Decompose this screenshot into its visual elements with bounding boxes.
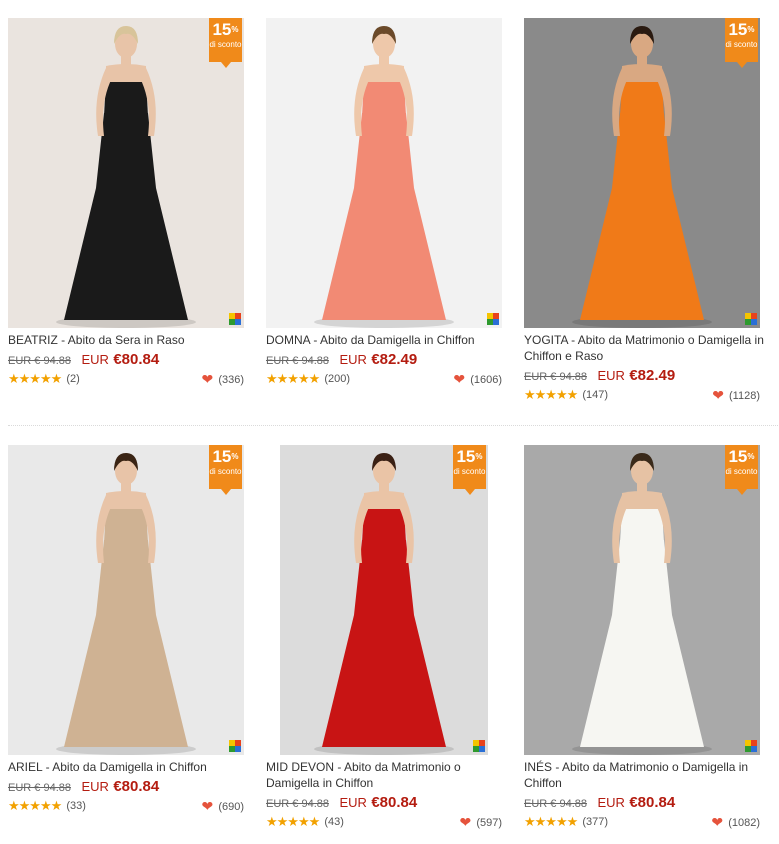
product-image[interactable]: 15% di sconto xyxy=(524,445,760,755)
old-price: EUR € 94.88 xyxy=(524,371,587,383)
price-row: EUR € 94.88 EUR €80.84 xyxy=(8,777,248,797)
price-row: EUR € 94.88 EUR €80.84 xyxy=(8,350,248,370)
favorite-count: (690) xyxy=(218,800,244,813)
favorite-button[interactable]: ❤ (1606) xyxy=(453,371,502,388)
rating-stars-icon[interactable]: ★★★★★ xyxy=(524,387,578,403)
product-card[interactable]: 15% di sconto ARIEL - Abito da Damigella… xyxy=(8,445,248,818)
product-title[interactable]: INÉS - Abito da Matrimonio o Damigella i… xyxy=(524,759,764,791)
favorite-button[interactable]: ❤ (336) xyxy=(202,371,244,388)
favorite-count: (336) xyxy=(218,373,244,386)
sale-price: €80.84 xyxy=(113,778,160,795)
rating-row: ★★★★★ (377) ❤ (1082) xyxy=(524,814,764,834)
color-options-icon[interactable] xyxy=(473,740,485,752)
product-photo-figure xyxy=(8,445,244,755)
review-count[interactable]: (33) xyxy=(66,800,86,812)
color-options-icon[interactable] xyxy=(745,313,757,325)
rating-row: ★★★★★ (33) ❤ (690) xyxy=(8,798,248,818)
product-photo-figure xyxy=(524,445,760,755)
product-card[interactable]: 15% di sconto BEATRIZ - Abito da Sera in… xyxy=(8,18,248,391)
heart-icon: ❤ xyxy=(712,387,724,403)
price-row: EUR € 94.88 EUR €80.84 xyxy=(524,793,764,813)
product-image[interactable]: 15% di sconto xyxy=(280,445,488,755)
favorite-count: (1128) xyxy=(729,389,760,402)
product-image[interactable]: 15% di sconto xyxy=(524,18,760,328)
color-options-icon[interactable] xyxy=(229,740,241,752)
discount-badge: 15% di sconto xyxy=(209,445,242,495)
heart-icon: ❤ xyxy=(201,798,214,814)
rating-stars-icon[interactable]: ★★★★★ xyxy=(266,371,320,387)
rating-stars-icon[interactable]: ★★★★★ xyxy=(266,814,320,830)
rating-row: ★★★★★ (2) ❤ (336) xyxy=(8,371,248,391)
rating-stars-icon[interactable]: ★★★★★ xyxy=(524,814,578,830)
product-title[interactable]: DOMNA - Abito da Damigella in Chiffon xyxy=(266,332,506,348)
price-row: EUR € 94.88 EUR €80.84 xyxy=(266,793,506,813)
product-card[interactable]: DOMNA - Abito da Damigella in Chiffon EU… xyxy=(266,18,506,391)
currency-label: EUR xyxy=(339,795,367,810)
sale-price: €80.84 xyxy=(371,794,418,811)
sale-price: €82.49 xyxy=(629,367,676,384)
product-card[interactable]: 15% di sconto MID DEVON - Abito da Matri… xyxy=(266,445,506,834)
old-price: EUR € 94.88 xyxy=(8,355,71,367)
rating-stars-icon[interactable]: ★★★★★ xyxy=(8,798,62,814)
favorite-button[interactable]: ❤ (1128) xyxy=(712,387,760,404)
currency-label: EUR xyxy=(597,795,625,810)
sale-price: €80.84 xyxy=(113,351,160,368)
product-card[interactable]: 15% di sconto YOGITA - Abito da Matrimon… xyxy=(524,18,764,407)
product-title[interactable]: ARIEL - Abito da Damigella in Chiffon xyxy=(8,759,248,775)
favorite-button[interactable]: ❤ (1082) xyxy=(711,814,760,831)
review-count[interactable]: (147) xyxy=(582,389,608,401)
product-title[interactable]: YOGITA - Abito da Matrimonio o Damigella… xyxy=(524,332,764,364)
favorite-count: (1082) xyxy=(728,816,760,829)
product-card[interactable]: 15% di sconto INÉS - Abito da Matrimonio… xyxy=(524,445,764,834)
review-count[interactable]: (2) xyxy=(66,373,79,385)
review-count[interactable]: (377) xyxy=(582,816,608,828)
product-photo-figure xyxy=(524,18,760,328)
old-price: EUR € 94.88 xyxy=(524,798,587,810)
product-photo-figure xyxy=(8,18,244,328)
product-title[interactable]: MID DEVON - Abito da Matrimonio o Damige… xyxy=(266,759,506,791)
favorite-count: (597) xyxy=(476,816,502,829)
color-options-icon[interactable] xyxy=(487,313,499,325)
rating-row: ★★★★★ (43) ❤ (597) xyxy=(266,814,506,834)
rating-row: ★★★★★ (200) ❤ (1606) xyxy=(266,371,506,391)
old-price: EUR € 94.88 xyxy=(266,355,329,367)
discount-badge: 15% di sconto xyxy=(453,445,486,495)
product-image[interactable]: 15% di sconto xyxy=(8,445,244,755)
sale-price: €80.84 xyxy=(629,794,676,811)
currency-label: EUR xyxy=(81,779,109,794)
favorite-button[interactable]: ❤ (597) xyxy=(460,814,502,831)
row-divider xyxy=(8,425,778,427)
product-image[interactable]: 15% di sconto xyxy=(8,18,244,328)
price-row: EUR € 94.88 EUR €82.49 xyxy=(266,350,506,370)
review-count[interactable]: (43) xyxy=(324,816,344,828)
heart-icon: ❤ xyxy=(711,814,724,830)
price-row: EUR € 94.88 EUR €82.49 xyxy=(524,366,764,386)
color-options-icon[interactable] xyxy=(745,740,757,752)
discount-badge: 15% di sconto xyxy=(725,445,758,495)
favorite-button[interactable]: ❤ (690) xyxy=(202,798,244,815)
heart-icon: ❤ xyxy=(453,371,466,387)
favorite-count: (1606) xyxy=(470,373,502,386)
currency-label: EUR xyxy=(81,352,109,367)
discount-badge: 15% di sconto xyxy=(209,18,242,68)
product-photo-figure xyxy=(266,18,502,328)
heart-icon: ❤ xyxy=(201,371,214,387)
product-image[interactable] xyxy=(266,18,502,328)
product-photo-figure xyxy=(280,445,488,755)
heart-icon: ❤ xyxy=(459,814,472,830)
review-count[interactable]: (200) xyxy=(324,373,350,385)
rating-row: ★★★★★ (147) ❤ (1128) xyxy=(524,387,764,407)
discount-badge: 15% di sconto xyxy=(725,18,758,68)
currency-label: EUR xyxy=(597,368,625,383)
old-price: EUR € 94.88 xyxy=(266,798,329,810)
color-options-icon[interactable] xyxy=(229,313,241,325)
sale-price: €82.49 xyxy=(371,351,418,368)
product-title[interactable]: BEATRIZ - Abito da Sera in Raso xyxy=(8,332,248,348)
rating-stars-icon[interactable]: ★★★★★ xyxy=(8,371,62,387)
currency-label: EUR xyxy=(339,352,367,367)
old-price: EUR € 94.88 xyxy=(8,782,71,794)
